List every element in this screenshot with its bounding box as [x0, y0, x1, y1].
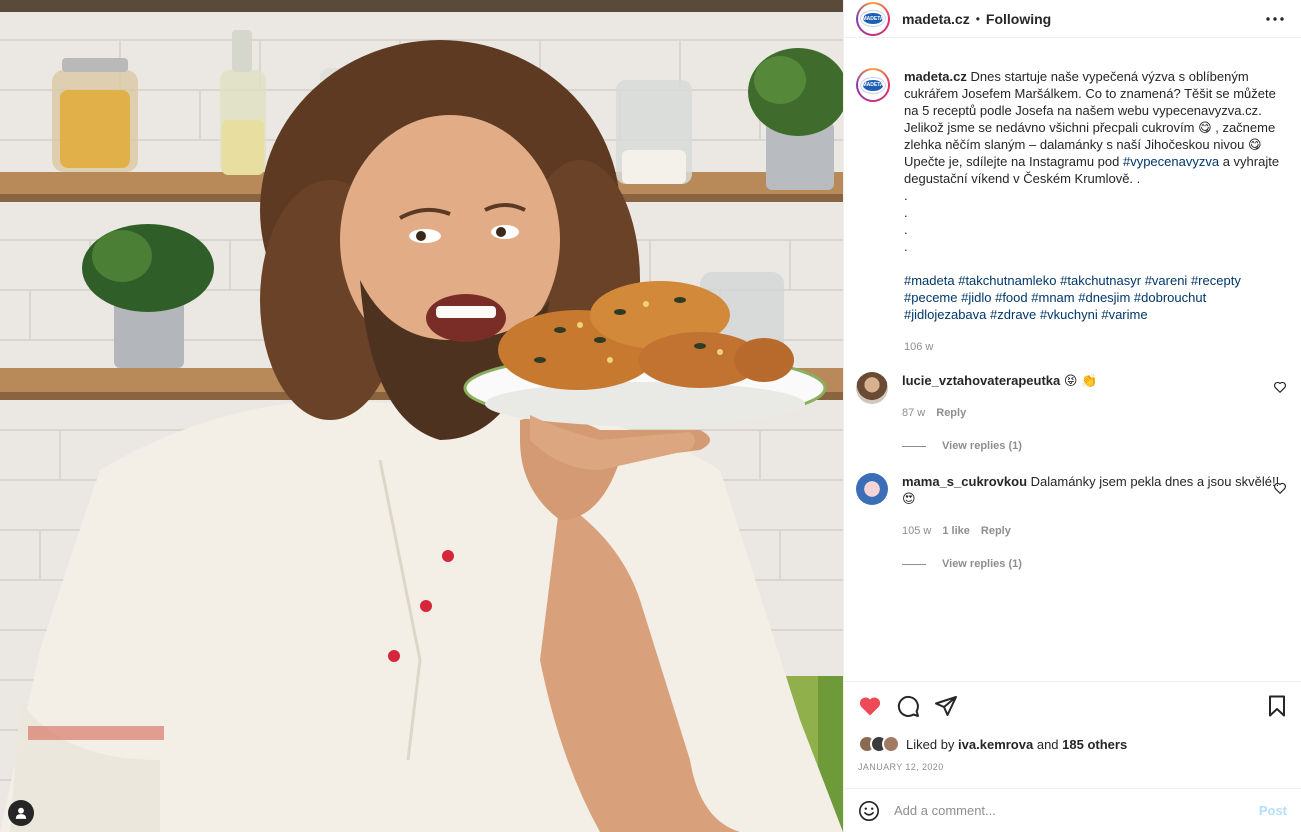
liker-avatar	[882, 735, 900, 753]
comment-input[interactable]	[894, 803, 1259, 818]
comment-meta: 87 w Reply	[902, 405, 1287, 422]
bookmark-icon[interactable]	[1265, 694, 1289, 718]
liked-by-user[interactable]: iva.kemrova	[958, 737, 1033, 752]
commenter-avatar[interactable]	[856, 372, 888, 404]
caption-age[interactable]: 106 w	[904, 339, 933, 356]
comment-text: 😝 👏	[1063, 373, 1098, 388]
comment-likes[interactable]: 1 like	[942, 523, 970, 540]
like-comment-heart-icon[interactable]	[1273, 481, 1287, 495]
comment-username[interactable]: mama_s_cukrovkou	[902, 474, 1027, 489]
reply-button[interactable]: Reply	[981, 523, 1011, 540]
hashtag-link[interactable]: #food	[995, 290, 1028, 305]
account-avatar[interactable]: MADETA	[856, 1, 890, 36]
hashtag-link[interactable]: #dnesjim	[1078, 290, 1130, 305]
comment-username[interactable]: lucie_vztahovaterapeutka	[902, 373, 1060, 388]
comment-item: mama_s_cukrovkou Dalamánky jsem pekla dn…	[856, 473, 1287, 573]
comment-meta: 105 w 1 like Reply	[902, 523, 1287, 540]
reply-button[interactable]: Reply	[936, 405, 966, 422]
view-replies-label: View replies (1)	[942, 440, 1022, 452]
comment-body: lucie_vztahovaterapeutka 😝 👏 87 w Reply …	[902, 372, 1287, 455]
madeta-logo: MADETA	[861, 11, 885, 26]
caption-avatar[interactable]: MADETA	[856, 68, 890, 102]
header-username[interactable]: madeta.cz	[902, 11, 970, 27]
more-horizontal-icon	[1266, 16, 1284, 21]
liked-by-middle: and	[1036, 736, 1059, 752]
comment-age[interactable]: 105 w	[902, 523, 931, 540]
smiley-icon[interactable]	[858, 800, 880, 822]
comment-item: lucie_vztahovaterapeutka 😝 👏 87 w Reply …	[856, 372, 1287, 455]
hashtag-link[interactable]: #peceme	[904, 290, 957, 305]
post-date[interactable]: JANUARY 12, 2020	[844, 758, 1301, 788]
caption-text-part2: a vyhrajte degustační víkend v Českém Kr…	[904, 154, 1280, 254]
comment-age[interactable]: 87 w	[902, 405, 925, 422]
add-comment-form: Post	[844, 788, 1301, 832]
following-button[interactable]: Following	[986, 11, 1051, 27]
hashtag-link[interactable]: #jidlo	[961, 290, 991, 305]
hashtag-link[interactable]: #varime	[1101, 307, 1147, 322]
liker-avatars[interactable]	[858, 735, 900, 753]
caption-body: madeta.cz Dnes startuje naše vypečená vý…	[904, 68, 1287, 356]
caption-avatar-inner: MADETA	[858, 70, 888, 100]
madeta-logo: MADETA	[861, 77, 885, 93]
view-replies-label: View replies (1)	[942, 558, 1022, 570]
hashtag-link[interactable]: #jidlojezabava	[904, 307, 986, 322]
user-tag-button[interactable]	[8, 800, 34, 826]
comment-body: mama_s_cukrovkou Dalamánky jsem pekla dn…	[902, 473, 1287, 573]
person-icon	[15, 807, 27, 819]
caption: MADETA madeta.cz Dnes startuje naše vype…	[856, 68, 1287, 356]
post-header: MADETA madeta.cz • Following	[844, 0, 1301, 38]
heart-filled-icon[interactable]	[858, 694, 882, 718]
action-bar	[844, 682, 1301, 730]
instagram-post-page: MADETA madeta.cz • Following MADETA made…	[0, 0, 1301, 832]
hashtag-link[interactable]: #vareni	[1145, 273, 1188, 288]
replies-divider	[902, 564, 926, 565]
hashtag-link[interactable]: #madeta	[904, 273, 955, 288]
hashtag-link[interactable]: #takchutnamleko	[958, 273, 1056, 288]
post-side-panel: MADETA madeta.cz • Following MADETA made…	[843, 0, 1301, 832]
hashtag-link[interactable]: #recepty	[1191, 273, 1241, 288]
liked-by-prefix: Liked by	[906, 736, 955, 752]
header-separator: •	[975, 11, 980, 26]
comment-bubble-icon[interactable]	[896, 694, 920, 718]
view-replies-button[interactable]: View replies (1)	[902, 556, 1287, 573]
paper-plane-icon[interactable]	[934, 694, 958, 718]
logo-text: MADETA	[862, 15, 884, 22]
post-actions: Liked by iva.kemrova and 185 others JANU…	[844, 681, 1301, 788]
caption-text: Dnes startuje naše vypečená výzva s oblí…	[904, 69, 1279, 254]
more-options-button[interactable]	[1263, 7, 1287, 31]
hashtag-link[interactable]: #takchutnasyr	[1060, 273, 1141, 288]
hashtag-link[interactable]: #vkuchyni	[1040, 307, 1098, 322]
hashtag-list: #madeta #takchutnamleko #takchutnasyr #v…	[904, 272, 1287, 323]
hashtag-link[interactable]: #zdrave	[990, 307, 1036, 322]
view-replies-button[interactable]: View replies (1)	[902, 438, 1287, 455]
caption-meta: 106 w	[904, 339, 1287, 356]
likes-count-link[interactable]: 185 others	[1062, 737, 1127, 752]
logo-text: MADETA	[862, 82, 884, 88]
replies-divider	[902, 446, 926, 447]
caption-username[interactable]: madeta.cz	[904, 69, 967, 84]
likes-summary: Liked by iva.kemrova and 185 others	[844, 730, 1301, 758]
post-comment-button[interactable]: Post	[1259, 803, 1287, 818]
comments-section: MADETA madeta.cz Dnes startuje naše vype…	[844, 38, 1301, 681]
photo-illustration	[0, 0, 843, 832]
post-photo[interactable]	[0, 0, 843, 832]
avatar-ring: MADETA	[858, 3, 888, 34]
hashtag-link[interactable]: #vypecenavyzva	[1123, 154, 1219, 169]
hashtag-link[interactable]: #mnam	[1031, 290, 1074, 305]
commenter-avatar[interactable]	[856, 473, 888, 505]
hashtag-link[interactable]: #dobrouchut	[1134, 290, 1206, 305]
like-comment-heart-icon[interactable]	[1273, 380, 1287, 394]
